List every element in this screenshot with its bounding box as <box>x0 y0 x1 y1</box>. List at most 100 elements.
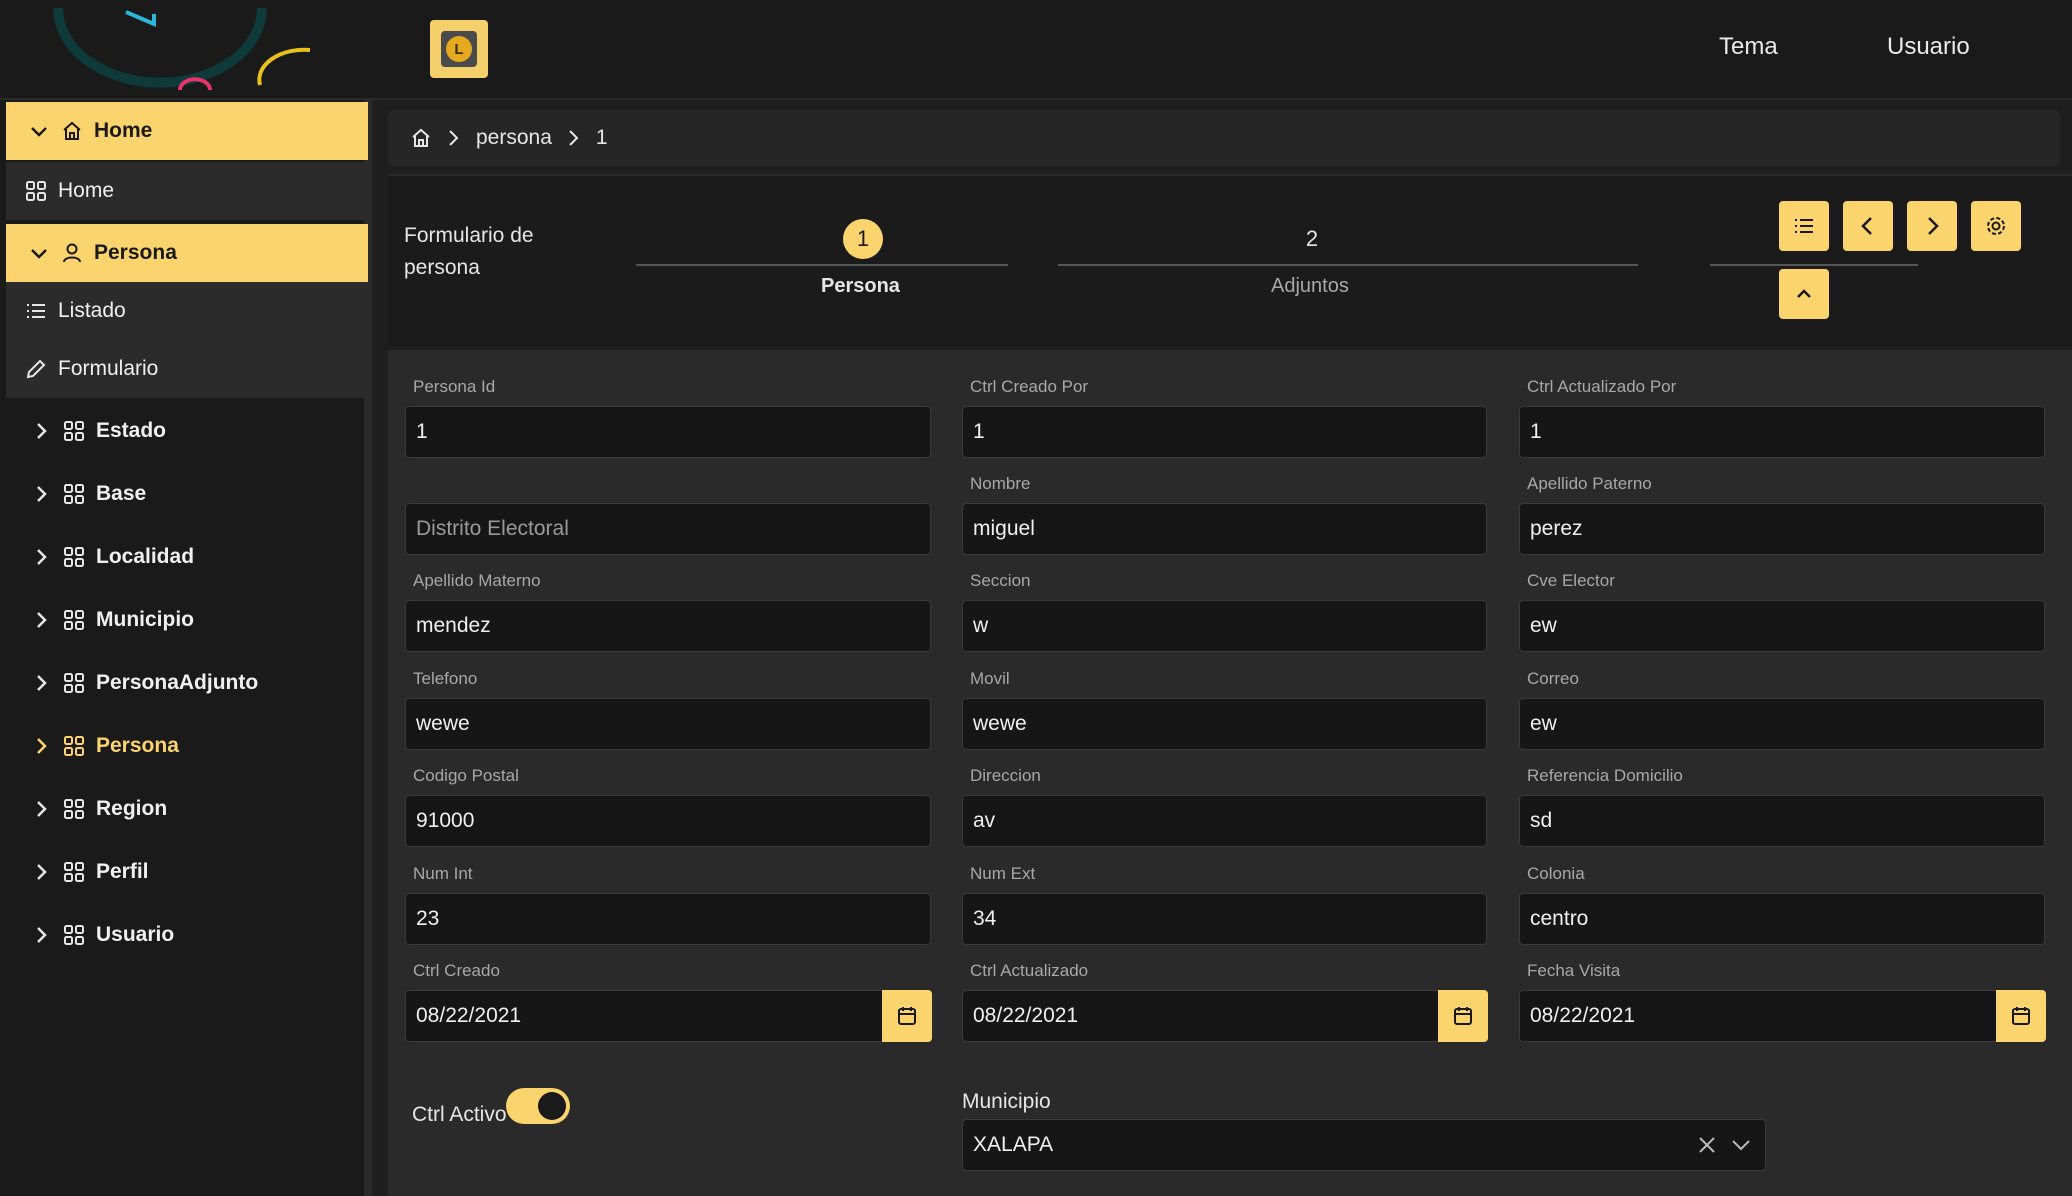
calendar-icon <box>898 1007 916 1025</box>
sidebar-item-label: Home <box>58 179 115 202</box>
home-icon[interactable] <box>410 127 432 149</box>
sidebar-group-label: Localidad <box>96 545 195 568</box>
sidebar-group-estado[interactable]: Estado <box>6 402 368 460</box>
sidebar-group-persona-list[interactable]: Persona <box>6 717 368 775</box>
sidebar-group-label: PersonaAdjunto <box>96 671 259 694</box>
chevron-right-icon <box>30 925 52 945</box>
correo-input[interactable]: ew <box>1519 698 2045 750</box>
step-2-circle[interactable]: 2 <box>1292 219 1332 259</box>
usuario-menu[interactable]: Usuario <box>1887 33 1970 61</box>
sidebar-group-base[interactable]: Base <box>6 465 368 523</box>
ctrl-creado-calendar-button[interactable] <box>882 990 932 1042</box>
sidebar-group-label: Estado <box>96 419 167 442</box>
sidebar-group-home[interactable]: Home <box>6 102 368 160</box>
clear-icon[interactable] <box>1696 1134 1718 1156</box>
movil-input[interactable]: wewe <box>962 698 1487 750</box>
codigo-postal-input[interactable]: 91000 <box>405 795 931 847</box>
colonia-input[interactable]: centro <box>1519 893 2045 945</box>
grid-icon <box>62 420 86 442</box>
municipio-value: XALAPA <box>973 1133 1054 1156</box>
referencia-domicilio-label: Referencia Domicilio <box>1527 766 1683 785</box>
cve-elector-label: Cve Elector <box>1527 571 1615 590</box>
telefono-input[interactable]: wewe <box>405 698 931 750</box>
step-1-circle[interactable]: 1 <box>843 219 883 259</box>
apellido-materno-input[interactable]: mendez <box>405 600 931 652</box>
ctrl-actualizado-input[interactable]: 08/22/2021 <box>962 990 1439 1042</box>
cve-elector-input[interactable]: ew <box>1519 600 2045 652</box>
direccion-input[interactable]: av <box>962 795 1487 847</box>
seccion-input[interactable]: w <box>962 600 1487 652</box>
sidebar-item-listado[interactable]: Listado <box>6 282 368 340</box>
ctrl-creado-input[interactable]: 08/22/2021 <box>405 990 883 1042</box>
sidebar-group-home-label: Home <box>94 119 153 142</box>
chevron-right-icon <box>30 421 52 441</box>
breadcrumb: persona 1 <box>388 110 2060 166</box>
ctrl-actualizado-label: Ctrl Actualizado <box>970 961 1089 980</box>
grid-icon <box>62 924 86 946</box>
ctrl-actualizado-calendar-button[interactable] <box>1438 990 1488 1042</box>
apellido-paterno-label: Apellido Paterno <box>1527 474 1652 493</box>
calendar-icon <box>1454 1007 1472 1025</box>
settings-button[interactable] <box>1971 201 2021 251</box>
sidebar-item-home[interactable]: Home <box>6 162 368 220</box>
sidebar-group-usuario[interactable]: Usuario <box>6 906 368 964</box>
list-icon <box>24 300 48 322</box>
top-bar: L Tema Usuario <box>0 0 2072 100</box>
next-button[interactable] <box>1907 201 1957 251</box>
form-header: Formulario de persona <box>388 174 2072 346</box>
codigo-postal-label: Codigo Postal <box>413 766 519 785</box>
colonia-label: Colonia <box>1527 864 1585 883</box>
sidebar-group-perfil[interactable]: Perfil <box>6 843 368 901</box>
chevron-right-icon <box>1928 217 1939 235</box>
ctrl-activo-label: Ctrl Activo <box>412 1103 507 1126</box>
sidebar-group-region[interactable]: Region <box>6 780 368 838</box>
ctrl-activo-toggle[interactable] <box>506 1088 570 1124</box>
municipio-select[interactable]: XALAPA <box>962 1119 1766 1171</box>
sidebar-item-formulario[interactable]: Formulario <box>6 340 368 398</box>
distrito-electoral-input[interactable]: Distrito Electoral <box>405 503 931 555</box>
ctrl-creado-label: Ctrl Creado <box>413 961 500 980</box>
fecha-visita-input[interactable]: 08/22/2021 <box>1519 990 1997 1042</box>
num-int-input[interactable]: 23 <box>405 893 931 945</box>
tema-menu[interactable]: Tema <box>1719 33 1778 61</box>
sidebar-group-municipio[interactable]: Municipio <box>6 591 368 649</box>
grid-icon <box>24 180 48 202</box>
grid-icon <box>62 483 86 505</box>
step-connector <box>636 264 1008 266</box>
movil-label: Movil <box>970 669 1010 688</box>
chevron-right-icon <box>30 484 52 504</box>
ctrl-creado-por-label: Ctrl Creado Por <box>970 377 1089 396</box>
apellido-materno-label: Apellido Materno <box>413 571 541 590</box>
form-title: Formulario de persona <box>404 224 534 279</box>
ctrl-actualizado-por-input[interactable]: 1 <box>1519 406 2045 458</box>
breadcrumb-id: 1 <box>595 126 608 149</box>
municipio-label: Municipio <box>962 1090 1051 1113</box>
referencia-domicilio-input[interactable]: sd <box>1519 795 2045 847</box>
grid-icon <box>62 546 86 568</box>
chevron-down-icon[interactable] <box>1730 1134 1752 1156</box>
fecha-visita-calendar-button[interactable] <box>1996 990 2046 1042</box>
step-connector <box>1710 264 1918 266</box>
app-icon[interactable]: L <box>430 20 488 78</box>
step-1-label[interactable]: Persona <box>821 275 900 298</box>
sidebar-group-persona[interactable]: Persona <box>6 224 368 282</box>
gear-icon <box>1987 217 2005 235</box>
sidebar-group-personaadjunto[interactable]: PersonaAdjunto <box>6 654 368 712</box>
telefono-label: Telefono <box>413 669 478 688</box>
breadcrumb-persona[interactable]: persona <box>476 126 552 150</box>
step-connector <box>1058 264 1638 266</box>
apellido-paterno-input[interactable]: perez <box>1519 503 2045 555</box>
list-icon <box>1795 219 1813 233</box>
step-2-label[interactable]: Adjuntos <box>1271 275 1349 298</box>
persona-id-input[interactable]: 1 <box>405 406 931 458</box>
list-view-button[interactable] <box>1779 201 1829 251</box>
ctrl-creado-por-input[interactable]: 1 <box>962 406 1487 458</box>
grid-icon <box>62 735 86 757</box>
seccion-label: Seccion <box>970 571 1031 590</box>
num-ext-input[interactable]: 34 <box>962 893 1487 945</box>
nombre-input[interactable]: miguel <box>962 503 1487 555</box>
previous-button[interactable] <box>1843 201 1893 251</box>
sidebar-group-localidad[interactable]: Localidad <box>6 528 368 586</box>
collapse-button[interactable] <box>1779 269 1829 319</box>
calendar-icon <box>2012 1007 2030 1025</box>
